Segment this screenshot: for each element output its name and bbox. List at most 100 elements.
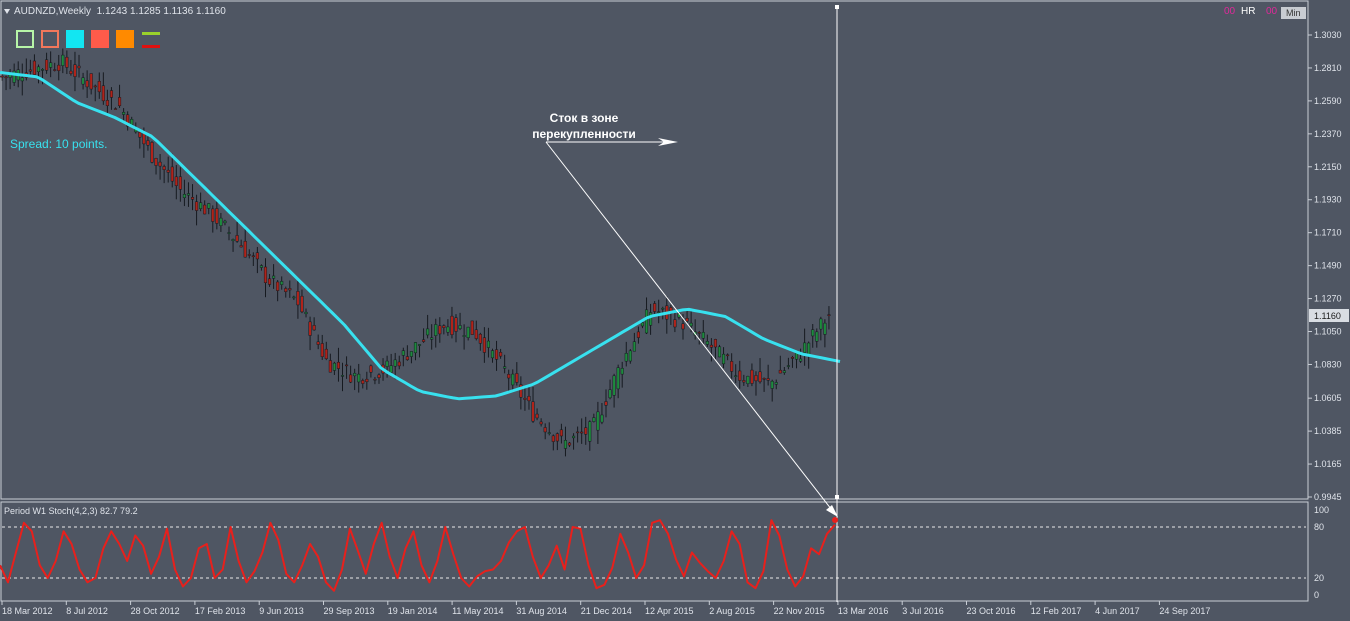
candle-body (462, 335, 466, 337)
candle-body (762, 378, 766, 380)
candle-body (4, 76, 8, 79)
price-tick-label: 1.2370 (1314, 129, 1342, 139)
candle-body (308, 321, 312, 336)
light-green-outline-swatch[interactable] (16, 30, 34, 48)
candle-body (353, 372, 357, 377)
candle-body (640, 322, 645, 327)
candle-body (782, 370, 786, 373)
candle-body (328, 360, 332, 373)
candle-body (576, 431, 580, 434)
cyan-swatch[interactable] (66, 30, 84, 48)
candle-body (373, 378, 377, 381)
candle-body (109, 90, 113, 98)
candle-body (649, 312, 653, 326)
candle-body (531, 401, 535, 422)
min-button[interactable]: Min (1281, 7, 1306, 19)
time-tick-label: 18 Mar 2012 (2, 606, 53, 616)
current-price-label: 1.1160 (1314, 311, 1341, 321)
candle-body (535, 413, 539, 419)
candle-body (122, 112, 126, 115)
time-tick-label: 12 Apr 2015 (645, 606, 694, 616)
candle-body (478, 333, 482, 344)
candle-body (685, 318, 689, 322)
time-tick-label: 9 Jun 2013 (259, 606, 304, 616)
candle-body (231, 239, 235, 242)
red-line-icon[interactable] (142, 45, 160, 48)
salmon-outline-swatch[interactable] (41, 30, 59, 48)
stoch-tick-label: 80 (1314, 522, 1324, 532)
candle-body (750, 369, 754, 384)
time-tick-label: 4 Jun 2017 (1095, 606, 1140, 616)
candle-body (81, 77, 85, 85)
cursor-handle-bottom[interactable] (835, 495, 839, 499)
candle-body (320, 343, 324, 357)
hr-indicator-icon: 00 (1224, 6, 1236, 17)
candle-body (823, 322, 827, 335)
hr-label[interactable]: HR (1241, 6, 1255, 17)
candle-body (551, 435, 555, 442)
candle-body (267, 278, 272, 285)
candle-body (316, 341, 320, 345)
price-tick-label: 1.1050 (1314, 327, 1342, 337)
stoch-tick-label: 100 (1314, 505, 1329, 515)
green-line-icon[interactable] (142, 32, 160, 35)
price-tick-label: 0.9945 (1314, 492, 1342, 502)
candle-body (580, 431, 584, 434)
candle-body (345, 364, 349, 367)
candle-body (195, 201, 199, 211)
candle-body (130, 119, 134, 126)
orange-swatch[interactable] (116, 30, 134, 48)
candle-body (243, 240, 247, 258)
candle-body (207, 203, 211, 209)
cursor-handle-top[interactable] (835, 5, 839, 9)
candle-body (154, 158, 158, 166)
candle-body (227, 232, 231, 234)
candle-body (357, 373, 361, 383)
min-indicator-icon: 00 (1266, 6, 1278, 17)
candle-body (653, 303, 657, 312)
candle-body (470, 320, 474, 335)
candle-body (600, 414, 604, 423)
candle-body (486, 340, 490, 348)
candle-body (754, 375, 758, 382)
candle-body (53, 69, 57, 71)
candle-body (215, 208, 219, 224)
candle-body (632, 341, 636, 352)
candle-body (681, 323, 685, 330)
collapse-triangle-icon[interactable] (4, 8, 10, 14)
candle-body (446, 326, 450, 333)
candle-body (0, 75, 4, 78)
price-tick-label: 1.0385 (1314, 426, 1342, 436)
candle-body (616, 367, 620, 390)
candle-body (105, 100, 109, 106)
price-tick-label: 1.1270 (1314, 294, 1342, 304)
candle-body (503, 366, 507, 369)
annotation-line-1: Сток в зоне (549, 111, 619, 125)
candle-body (45, 59, 49, 71)
chart-header: AUDNZD,Weekly 1.1243 1.1285 1.1136 1.116… (4, 6, 226, 17)
candle-body (138, 131, 142, 138)
candle-body (689, 322, 693, 327)
candle-body (97, 81, 101, 93)
time-tick-label: 29 Sep 2013 (324, 606, 375, 616)
stoch-tick-label: 0 (1314, 590, 1319, 600)
candle-body (438, 325, 442, 335)
candle-body (263, 266, 268, 283)
chart-canvas[interactable]: 1.1160 1.3030 1.2810 1.2590 1.2370 1.2150 1.1… (0, 0, 1350, 621)
candle-body (811, 329, 815, 337)
candle-body (365, 378, 369, 383)
candle-body (409, 351, 413, 357)
candle-body (413, 342, 418, 354)
candle-body (588, 421, 592, 442)
candle-body (288, 288, 292, 291)
candle-body (292, 296, 296, 299)
time-tick-label: 28 Oct 2012 (131, 606, 180, 616)
candle-body (628, 350, 632, 362)
candle-body (28, 69, 32, 72)
candle-body (511, 373, 515, 386)
tomato-swatch[interactable] (91, 30, 109, 48)
candle-body (369, 365, 373, 373)
price-tick-label: 1.1930 (1314, 195, 1342, 205)
candle-body (118, 97, 122, 107)
candle-body (673, 319, 677, 328)
